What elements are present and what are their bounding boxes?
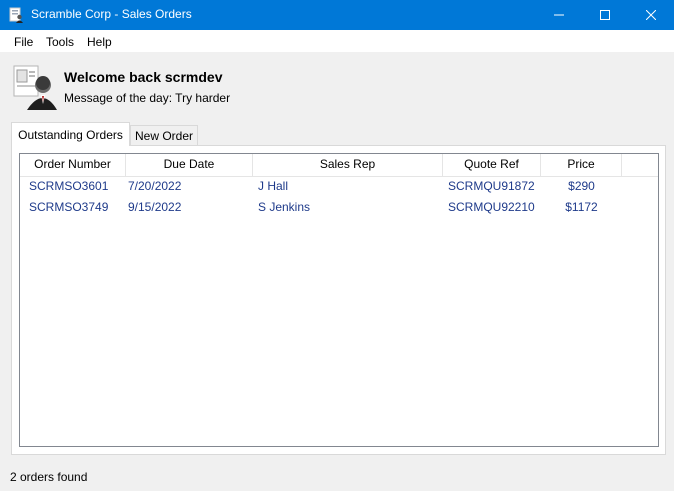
menu-file[interactable]: File	[14, 35, 33, 49]
due-date-cell: 7/20/2022	[128, 179, 182, 193]
close-icon	[646, 10, 656, 20]
menu-tools[interactable]: Tools	[46, 35, 74, 49]
orders-list-header: Order Number Due Date Sales Rep Quote Re…	[20, 154, 658, 177]
minimize-button[interactable]	[536, 0, 582, 30]
sales-rep-cell: S Jenkins	[258, 200, 311, 214]
column-header-quote-ref[interactable]: Quote Ref	[443, 154, 541, 176]
table-row[interactable]: SCRMSO3749 9/15/2022 S Jenkins SCRMQU922…	[20, 197, 658, 218]
orders-list[interactable]: Order Number Due Date Sales Rep Quote Re…	[19, 153, 659, 447]
sales-rep-cell: J Hall	[258, 179, 289, 193]
menu-bar: File Tools Help	[0, 30, 674, 52]
order-number-cell: SCRMSO3601	[29, 179, 109, 193]
message-of-the-day: Message of the day: Try harder	[64, 91, 231, 105]
table-row[interactable]: SCRMSO3601 7/20/2022 J Hall SCRMQU91872 …	[20, 176, 658, 197]
close-button[interactable]	[628, 0, 674, 30]
minimize-icon	[554, 14, 564, 16]
tab-outstanding-orders[interactable]: Outstanding Orders	[11, 122, 130, 146]
price-cell: $290	[568, 179, 595, 193]
welcome-heading: Welcome back scrmdev	[64, 69, 223, 85]
price-cell: $1172	[565, 200, 598, 214]
app-icon	[9, 7, 23, 23]
user-avatar-icon	[13, 65, 57, 110]
status-text: 2 orders found	[10, 470, 88, 484]
main-window: Scramble Corp - Sales Orders File Tools …	[0, 0, 674, 491]
quote-ref-cell: SCRMQU91872	[448, 179, 535, 193]
title-bar[interactable]: Scramble Corp - Sales Orders	[0, 0, 674, 30]
column-header-order-number[interactable]: Order Number	[20, 154, 126, 176]
tab-new-order[interactable]: New Order	[130, 125, 198, 146]
column-header-price[interactable]: Price	[541, 154, 622, 176]
order-number-cell: SCRMSO3749	[29, 200, 109, 214]
menu-help[interactable]: Help	[87, 35, 112, 49]
column-header-due-date[interactable]: Due Date	[126, 154, 253, 176]
maximize-button[interactable]	[582, 0, 628, 30]
due-date-cell: 9/15/2022	[128, 200, 182, 214]
column-header-sales-rep[interactable]: Sales Rep	[253, 154, 443, 176]
maximize-icon	[600, 10, 610, 20]
quote-ref-cell: SCRMQU92210	[448, 200, 535, 214]
window-title: Scramble Corp - Sales Orders	[31, 7, 192, 21]
